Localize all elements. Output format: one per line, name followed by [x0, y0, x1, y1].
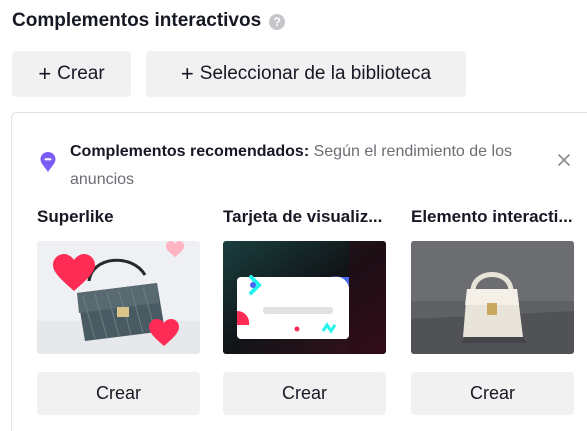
interactive-addons-section: Complementos interactivos ? + Crear + Se… [0, 0, 587, 431]
section-title-text: Complementos interactivos [12, 10, 262, 31]
plus-icon: + [180, 61, 194, 86]
location-pin-icon [40, 152, 56, 172]
section-title: Complementos interactivos ? [12, 10, 286, 32]
handbag-hearts-illustration [37, 241, 200, 354]
create-display-card-button[interactable]: Crear [223, 372, 386, 415]
plus-icon: + [38, 61, 52, 86]
card-title-display-card: Tarjeta de visualiz... [223, 207, 383, 226]
create-superlike-button[interactable]: Crear [37, 372, 200, 415]
help-icon[interactable]: ? [269, 14, 286, 30]
white-handbag-illustration [411, 241, 574, 354]
create-interactive-element-button[interactable]: Crear [411, 372, 574, 415]
select-from-library-button[interactable]: + Seleccionar de la biblioteca [146, 51, 466, 97]
display-card-illustration [223, 241, 386, 354]
interactive-element-preview-image[interactable] [411, 241, 574, 354]
create-addon-button[interactable]: + Crear [12, 51, 131, 97]
card-title-superlike: Superlike [37, 207, 114, 226]
select-from-library-label: Seleccionar de la biblioteca [199, 63, 432, 84]
recommended-description: Complementos recomendados: Según el rend… [70, 138, 560, 194]
recommended-label: Complementos recomendados: [70, 143, 310, 160]
close-icon[interactable] [556, 152, 572, 168]
create-addon-label: Crear [57, 63, 105, 84]
superlike-preview-image[interactable] [37, 241, 200, 354]
display-card-preview-image[interactable] [223, 241, 386, 354]
card-title-interactive-element: Elemento interacti... [411, 207, 573, 226]
